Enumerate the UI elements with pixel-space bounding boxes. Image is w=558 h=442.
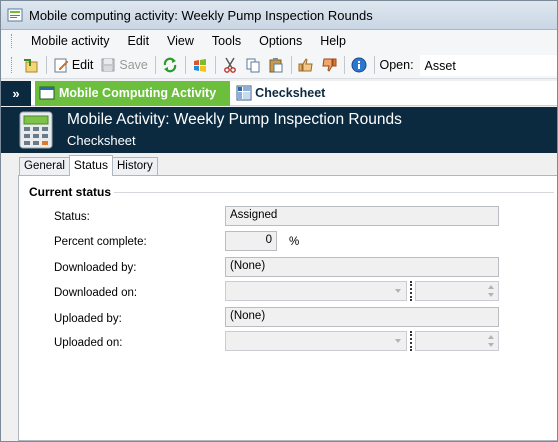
paste-icon [269, 58, 283, 73]
uploaded-by-label: Uploaded by: [54, 313, 122, 325]
application-window: Mobile computing activity: Weekly Pump I… [0, 0, 558, 442]
thumbs-down-icon [322, 58, 337, 72]
menu-options[interactable]: Options [250, 32, 311, 50]
info-button[interactable] [348, 54, 370, 76]
save-icon [101, 58, 115, 72]
copy-icon [246, 58, 260, 73]
field-separator [410, 331, 412, 351]
downloaded-on-label: Downloaded on: [54, 287, 138, 299]
status-panel: Current status Status: Assigned Percent … [18, 175, 557, 441]
thumbs-up-icon [298, 58, 313, 72]
percent-unit: % [289, 236, 300, 248]
toolbar-separator [343, 56, 345, 74]
record-title: Mobile Activity: Weekly Pump Inspection … [67, 111, 402, 128]
title-bar: Mobile computing activity: Weekly Pump I… [1, 1, 557, 30]
tab-history[interactable]: History [111, 157, 158, 176]
downloaded-by-field[interactable]: (None) [225, 257, 499, 277]
toolbar-separator [184, 56, 186, 74]
save-button-label: Save [119, 58, 148, 72]
chevron-down-icon [395, 289, 401, 293]
toolbar-separator [45, 56, 47, 74]
chevron-down-icon [395, 339, 401, 343]
new-button[interactable] [20, 54, 42, 76]
section-title: Current status [29, 185, 112, 199]
calculator-icon [19, 111, 53, 149]
menu-mobile-activity[interactable]: Mobile activity [22, 32, 119, 50]
nav-tab-label: Mobile Computing Activity [59, 86, 217, 100]
open-label: Open: [379, 58, 414, 72]
spin-up-icon [488, 335, 494, 339]
percent-complete-field[interactable]: 0 [225, 231, 277, 251]
tab-status[interactable]: Status [68, 155, 113, 176]
toolbar-separator [214, 56, 216, 74]
spin-down-icon [488, 293, 494, 297]
menu-help[interactable]: Help [311, 32, 355, 50]
toolbar-separator [373, 56, 375, 74]
copy-button[interactable] [242, 54, 264, 76]
field-separator [410, 281, 412, 301]
collapse-chevron-icon[interactable]: » [1, 80, 31, 106]
percent-complete-label: Percent complete: [54, 236, 147, 248]
uploaded-on-time-spinner[interactable] [415, 331, 499, 351]
cut-icon [223, 57, 236, 73]
record-subtitle: Checksheet [67, 133, 136, 148]
refresh-button[interactable] [159, 54, 181, 76]
uploaded-on-date-select[interactable] [225, 331, 407, 351]
status-label: Status: [54, 211, 90, 223]
windows-button[interactable] [189, 54, 211, 76]
spin-up-icon [488, 285, 494, 289]
navigation-bar: » Mobile Computing Activity Checksheet [1, 80, 557, 106]
save-button[interactable]: Save [97, 54, 151, 76]
menu-grip [11, 34, 14, 48]
thumbs-up-button[interactable] [295, 54, 317, 76]
toolbar-separator [154, 56, 156, 74]
nav-tab-mobile-computing-activity[interactable]: Mobile Computing Activity [35, 80, 231, 106]
thumbs-down-button[interactable] [318, 54, 340, 76]
menu-bar: Mobile activity Edit View Tools Options … [1, 30, 557, 52]
nav-tab-checksheet[interactable]: Checksheet [230, 81, 331, 106]
tab-general[interactable]: General [19, 157, 70, 176]
edit-button[interactable]: Edit [50, 54, 97, 76]
activity-icon [39, 86, 55, 100]
edit-icon [54, 58, 69, 73]
menu-view[interactable]: View [158, 32, 203, 50]
refresh-icon [163, 57, 177, 73]
downloaded-by-label: Downloaded by: [54, 262, 137, 274]
uploaded-by-field[interactable]: (None) [225, 307, 499, 327]
toolbar-separator [290, 56, 292, 74]
record-header: Mobile Activity: Weekly Pump Inspection … [1, 107, 557, 153]
paste-button[interactable] [265, 54, 287, 76]
info-icon [351, 57, 367, 73]
status-field[interactable]: Assigned [225, 206, 499, 226]
downloaded-on-time-spinner[interactable] [415, 281, 499, 301]
cut-button[interactable] [219, 54, 241, 76]
section-divider [114, 192, 554, 193]
toolbar-grip [11, 57, 14, 73]
uploaded-on-label: Uploaded on: [54, 337, 123, 349]
windows-icon [193, 59, 206, 72]
spin-down-icon [488, 343, 494, 347]
edit-button-label: Edit [71, 58, 94, 72]
nav-tab-label: Checksheet [255, 86, 326, 100]
downloaded-on-date-select[interactable] [225, 281, 407, 301]
new-icon [23, 59, 38, 73]
toolbar: Edit Save Open: Asset [1, 52, 557, 79]
menu-edit[interactable]: Edit [119, 32, 159, 50]
checksheet-icon [236, 85, 252, 101]
window-title: Mobile computing activity: Weekly Pump I… [29, 7, 373, 23]
app-icon [7, 8, 23, 22]
menu-tools[interactable]: Tools [203, 32, 250, 50]
open-input[interactable]: Asset [419, 54, 557, 76]
tab-strip: General Status History [19, 155, 158, 176]
